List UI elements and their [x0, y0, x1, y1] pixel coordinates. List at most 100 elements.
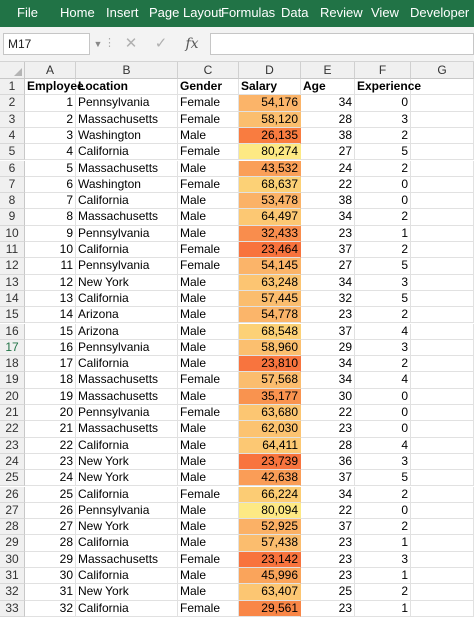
- row-number[interactable]: 8: [0, 193, 25, 210]
- gender-cell[interactable]: Female: [178, 242, 239, 259]
- row-number[interactable]: 25: [0, 470, 25, 487]
- empty-cell[interactable]: [411, 372, 474, 389]
- employee-cell[interactable]: 27: [25, 519, 76, 536]
- employee-cell[interactable]: 5: [25, 160, 76, 177]
- age-cell[interactable]: 34: [301, 486, 355, 503]
- experience-cell[interactable]: 0: [355, 193, 411, 210]
- row-number[interactable]: 11: [0, 242, 25, 259]
- gender-cell[interactable]: Male: [178, 160, 239, 177]
- experience-cell[interactable]: 5: [355, 258, 411, 275]
- row-number[interactable]: 21: [0, 405, 25, 422]
- experience-cell[interactable]: 2: [355, 307, 411, 324]
- cancel-icon[interactable]: ✕: [120, 33, 142, 55]
- location-cell[interactable]: California: [76, 193, 178, 210]
- experience-cell[interactable]: 0: [355, 176, 411, 194]
- salary-cell[interactable]: 58,120: [239, 111, 301, 128]
- age-cell[interactable]: 23: [301, 225, 355, 242]
- header-location[interactable]: Location: [76, 79, 178, 96]
- location-cell[interactable]: Massachusetts: [76, 421, 178, 438]
- gender-cell[interactable]: Male: [178, 584, 239, 601]
- location-cell[interactable]: California: [76, 290, 178, 308]
- location-cell[interactable]: Pennsylvania: [76, 225, 178, 242]
- experience-cell[interactable]: 0: [355, 95, 411, 112]
- location-cell[interactable]: New York: [76, 584, 178, 601]
- name-box[interactable]: M17: [3, 33, 90, 55]
- empty-cell[interactable]: [411, 584, 474, 601]
- row-number[interactable]: 5: [0, 144, 25, 161]
- employee-cell[interactable]: 20: [25, 405, 76, 422]
- employee-cell[interactable]: 29: [25, 551, 76, 568]
- employee-cell[interactable]: 19: [25, 388, 76, 405]
- empty-cell[interactable]: [411, 209, 474, 226]
- location-cell[interactable]: California: [76, 356, 178, 373]
- employee-cell[interactable]: 21: [25, 421, 76, 438]
- experience-cell[interactable]: 2: [355, 242, 411, 259]
- salary-cell[interactable]: 35,177: [239, 388, 301, 405]
- employee-cell[interactable]: 6: [25, 176, 76, 194]
- experience-cell[interactable]: 0: [355, 421, 411, 438]
- gender-cell[interactable]: Male: [178, 339, 239, 357]
- header-age[interactable]: Age: [301, 79, 355, 96]
- empty-cell[interactable]: [411, 551, 474, 568]
- salary-cell[interactable]: 43,532: [239, 160, 301, 177]
- employee-cell[interactable]: 30: [25, 568, 76, 585]
- row-number[interactable]: 27: [0, 502, 25, 520]
- row-number[interactable]: 28: [0, 519, 25, 536]
- salary-cell[interactable]: 64,497: [239, 209, 301, 226]
- gender-cell[interactable]: Male: [178, 519, 239, 536]
- age-cell[interactable]: 28: [301, 111, 355, 128]
- empty-cell[interactable]: [411, 388, 474, 405]
- experience-cell[interactable]: 5: [355, 290, 411, 308]
- location-cell[interactable]: New York: [76, 519, 178, 536]
- salary-cell[interactable]: 58,960: [239, 339, 301, 357]
- salary-cell[interactable]: 66,224: [239, 486, 301, 503]
- experience-cell[interactable]: 2: [355, 584, 411, 601]
- age-cell[interactable]: 22: [301, 502, 355, 520]
- age-cell[interactable]: 23: [301, 568, 355, 585]
- salary-cell[interactable]: 26,135: [239, 127, 301, 145]
- gender-cell[interactable]: Female: [178, 405, 239, 422]
- salary-cell[interactable]: 64,411: [239, 437, 301, 454]
- location-cell[interactable]: California: [76, 568, 178, 585]
- location-cell[interactable]: California: [76, 535, 178, 552]
- row-number[interactable]: 19: [0, 372, 25, 389]
- age-cell[interactable]: 24: [301, 160, 355, 177]
- tab-insert[interactable]: Insert: [106, 0, 139, 27]
- column-header-d[interactable]: D: [239, 62, 301, 79]
- row-number[interactable]: 26: [0, 486, 25, 503]
- column-header-b[interactable]: B: [76, 62, 178, 79]
- empty-cell[interactable]: [411, 600, 474, 617]
- employee-cell[interactable]: 22: [25, 437, 76, 454]
- location-cell[interactable]: Pennsylvania: [76, 95, 178, 112]
- row-number[interactable]: 24: [0, 453, 25, 471]
- experience-cell[interactable]: 2: [355, 486, 411, 503]
- employee-cell[interactable]: 31: [25, 584, 76, 601]
- row-number[interactable]: 1: [0, 79, 25, 96]
- age-cell[interactable]: 22: [301, 405, 355, 422]
- column-header-a[interactable]: A: [25, 62, 76, 79]
- tab-view[interactable]: View: [371, 0, 399, 27]
- employee-cell[interactable]: 32: [25, 600, 76, 617]
- employee-cell[interactable]: 15: [25, 323, 76, 340]
- empty-cell[interactable]: [411, 519, 474, 536]
- gender-cell[interactable]: Female: [178, 176, 239, 194]
- age-cell[interactable]: 29: [301, 339, 355, 357]
- salary-cell[interactable]: 57,568: [239, 372, 301, 389]
- salary-cell[interactable]: 68,637: [239, 176, 301, 194]
- row-number[interactable]: 13: [0, 274, 25, 291]
- experience-cell[interactable]: 0: [355, 405, 411, 422]
- location-cell[interactable]: California: [76, 242, 178, 259]
- experience-cell[interactable]: 1: [355, 568, 411, 585]
- experience-cell[interactable]: 3: [355, 453, 411, 471]
- location-cell[interactable]: Arizona: [76, 307, 178, 324]
- employee-cell[interactable]: 26: [25, 502, 76, 520]
- salary-cell[interactable]: 23,739: [239, 453, 301, 471]
- salary-cell[interactable]: 57,438: [239, 535, 301, 552]
- salary-cell[interactable]: 80,274: [239, 144, 301, 161]
- empty-cell[interactable]: [411, 79, 474, 96]
- empty-cell[interactable]: [411, 144, 474, 161]
- gender-cell[interactable]: Male: [178, 535, 239, 552]
- tab-developer[interactable]: Developer: [410, 0, 469, 27]
- gender-cell[interactable]: Male: [178, 193, 239, 210]
- location-cell[interactable]: Pennsylvania: [76, 258, 178, 275]
